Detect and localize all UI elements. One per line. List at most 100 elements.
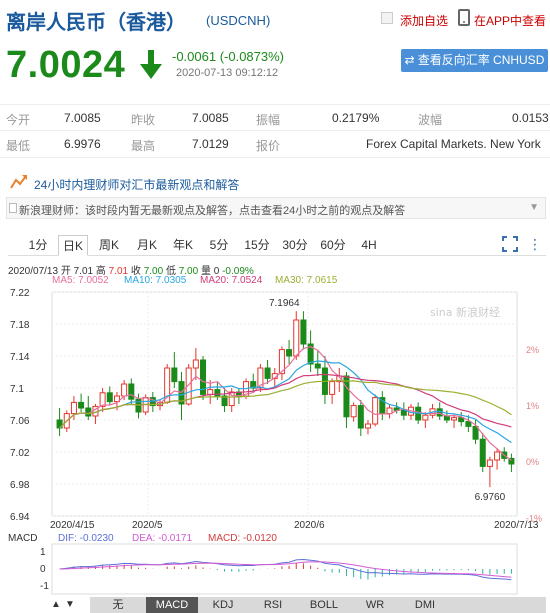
ma30-line bbox=[59, 379, 512, 429]
chevron-down-icon[interactable]: ▼ bbox=[529, 202, 539, 213]
indicator-rsi[interactable]: RSI bbox=[248, 597, 298, 613]
candle-body bbox=[70, 401, 77, 415]
tab-monthly[interactable]: 月K bbox=[132, 235, 162, 256]
quote-timestamp: 2020-07-13 09:12:12 bbox=[176, 67, 279, 79]
candle-body bbox=[214, 389, 221, 397]
advisor-news-title[interactable]: 24小时内理财师对汇市最新观点和解答 bbox=[34, 176, 239, 193]
page-title: 离岸人民币（香港） bbox=[6, 12, 186, 34]
indicator-kdj[interactable]: KDJ bbox=[198, 597, 248, 613]
candle-body bbox=[228, 391, 235, 407]
tab-5min[interactable]: 5分 bbox=[204, 235, 234, 256]
ma20-line bbox=[59, 373, 512, 429]
candle-body bbox=[85, 407, 92, 417]
scroll-down-button[interactable]: ▼ bbox=[64, 597, 76, 613]
prev-close-label: 昨收 bbox=[131, 113, 156, 127]
candle-body bbox=[465, 421, 472, 427]
macd-title: MACD bbox=[8, 533, 37, 544]
candle-body bbox=[508, 457, 515, 465]
fullscreen-icon[interactable] bbox=[502, 236, 518, 252]
dea-legend: DEA: -0.0171 bbox=[132, 533, 192, 544]
candle-body bbox=[364, 423, 371, 429]
quote-source-value: Forex Capital Markets. New York bbox=[366, 137, 541, 151]
candle-body bbox=[436, 408, 443, 417]
tab-15min[interactable]: 15分 bbox=[242, 235, 272, 256]
open-in-app-link[interactable]: 在APP中查看 bbox=[474, 12, 546, 29]
tab-1min[interactable]: 1分 bbox=[23, 235, 53, 256]
indicator-tabs: 无 MACD KDJ RSI BOLL WR DMI bbox=[90, 597, 546, 613]
x-tick-label: 2020/4/15 bbox=[50, 520, 95, 531]
candle-body bbox=[149, 397, 156, 407]
kline-chart[interactable]: 7.22 7.18 7.14 7.1 7.06 7.02 6.98 6.94 2% 1% 0% -1%… bbox=[0, 0, 550, 613]
tab-weekly[interactable]: 周K bbox=[94, 235, 124, 256]
ma10-label: MA10: 7.0305 bbox=[124, 275, 187, 286]
indicator-dmi[interactable]: DMI bbox=[400, 597, 450, 613]
indicator-none[interactable]: 无 bbox=[90, 597, 146, 613]
candle-body bbox=[386, 407, 393, 415]
candle-body bbox=[329, 381, 336, 395]
document-icon bbox=[9, 203, 17, 213]
candle-body bbox=[443, 415, 450, 421]
candle-body bbox=[207, 389, 214, 395]
page-header: 离岸人民币（香港） (USDCNH) 添加自选 在APP中查看 bbox=[0, 0, 550, 40]
scroll-up-button[interactable]: ▲ bbox=[50, 597, 62, 613]
high-value: 7.0129 bbox=[192, 137, 229, 151]
candle-body bbox=[451, 417, 458, 421]
macd-legend: MACD: -0.0120 bbox=[208, 533, 277, 544]
candle-body bbox=[494, 451, 501, 461]
max-price-label: 7.1964 bbox=[269, 298, 300, 309]
pct-tick-label: -1% bbox=[526, 513, 542, 523]
reverse-rate-label: 查看反向汇率 CNHUSD bbox=[417, 53, 545, 67]
candle-body bbox=[221, 395, 228, 407]
x-tick-label: 2020/5 bbox=[132, 520, 163, 531]
y-tick-label: 7.06 bbox=[10, 416, 30, 427]
advisor-news-text[interactable]: 新浪理财师：该时段内暂无最新观点及解答，点击查看24小时之前的观点及解答 bbox=[19, 202, 405, 218]
tab-yearly[interactable]: 年K bbox=[168, 235, 198, 256]
open-value: 7.0085 bbox=[64, 111, 101, 125]
candle-body bbox=[415, 406, 422, 421]
candle-body bbox=[106, 392, 113, 403]
tab-60min[interactable]: 60分 bbox=[318, 235, 348, 256]
candle-body bbox=[243, 381, 250, 397]
y-tick-label: 6.98 bbox=[10, 480, 30, 491]
add-favorite-link[interactable]: 添加自选 bbox=[400, 12, 448, 29]
high-label: 最高 bbox=[131, 139, 156, 153]
candle-body bbox=[257, 367, 264, 389]
indicator-wr[interactable]: WR bbox=[350, 597, 400, 613]
wave-label: 波幅 bbox=[418, 113, 443, 127]
candle-body bbox=[300, 319, 307, 345]
y-tick-label: 7.02 bbox=[10, 448, 30, 459]
down-arrow-icon bbox=[140, 50, 162, 79]
indicator-macd[interactable]: MACD bbox=[146, 597, 198, 613]
candle-body bbox=[56, 419, 63, 429]
candle-body bbox=[99, 392, 106, 407]
candle-body bbox=[422, 414, 429, 421]
candle-body bbox=[121, 383, 128, 397]
advisor-news-header[interactable]: 24小时内理财师对汇市最新观点和解答 bbox=[0, 170, 550, 194]
candle-body bbox=[486, 459, 493, 467]
tab-30min[interactable]: 30分 bbox=[280, 235, 310, 256]
tab-4h[interactable]: 4H bbox=[354, 235, 384, 256]
candle-body bbox=[63, 413, 70, 429]
add-favorite-icon[interactable] bbox=[381, 12, 393, 24]
amplitude-value: 0.2179% bbox=[332, 111, 380, 125]
more-vertical-icon[interactable]: ⋮ bbox=[528, 236, 542, 253]
candle-body bbox=[135, 398, 142, 413]
candle-body bbox=[350, 405, 357, 418]
indicator-boll[interactable]: BOLL bbox=[298, 597, 350, 613]
candle-body bbox=[192, 359, 199, 369]
reverse-rate-button[interactable]: ⇄ 查看反向汇率 CNHUSD bbox=[401, 49, 548, 72]
dif-legend: DIF: -0.0230 bbox=[58, 533, 114, 544]
advisor-news-item[interactable]: 新浪理财师：该时段内暂无最新观点及解答，点击查看24小时之前的观点及解答 ▼ bbox=[6, 197, 546, 219]
candle-body bbox=[407, 406, 415, 416]
x-tick-label: 2020/6 bbox=[294, 520, 325, 531]
candle-body bbox=[286, 349, 293, 357]
tab-daily[interactable]: 日K bbox=[58, 235, 88, 256]
phone-icon[interactable] bbox=[458, 9, 470, 26]
candle-body bbox=[235, 391, 242, 397]
ohlc-date: 2020/07/13 bbox=[8, 266, 59, 277]
candle-body bbox=[429, 408, 436, 416]
dea-line bbox=[59, 561, 512, 578]
candle-body bbox=[357, 405, 364, 429]
ma30-label: MA30: 7.0615 bbox=[275, 275, 338, 286]
candle-body bbox=[171, 367, 178, 383]
